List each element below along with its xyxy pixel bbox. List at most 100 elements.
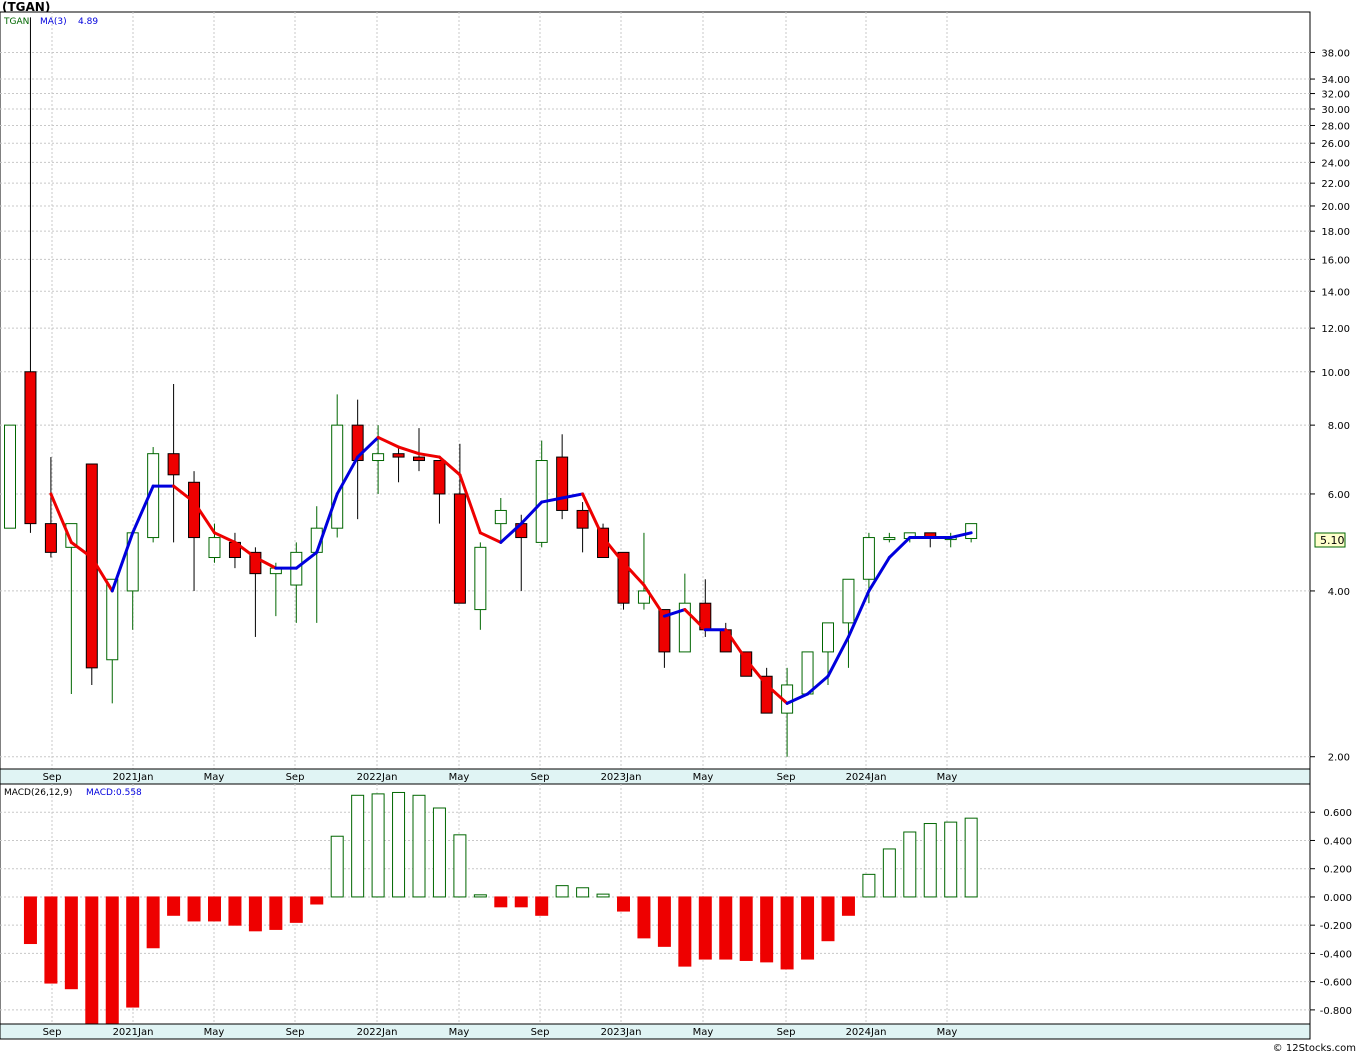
price-y-tick-label: 32.00	[1321, 90, 1350, 101]
macd-bar	[473, 894, 487, 898]
site-credit: © 12Stocks.com	[1272, 1043, 1356, 1054]
candle-body	[413, 456, 425, 462]
price-y-tick-label: 24.00	[1321, 158, 1350, 169]
price-x-tick-label: 2022Jan	[357, 772, 398, 783]
price-x-tick-label: May	[204, 772, 225, 783]
macd-y-tick-label: 0.400	[1323, 836, 1352, 847]
price-y-axis: 2.00 4.00 6.00 8.00 10.00 12.00 14.00 16.00 18.0…	[1310, 48, 1350, 764]
macd-bar	[432, 807, 446, 898]
price-x-tick-label: 2024Jan	[846, 772, 887, 783]
macd-x-tick-label: Sep	[777, 1027, 796, 1038]
macd-bar	[64, 896, 78, 990]
macd-bar	[617, 896, 630, 912]
macd-bar	[964, 817, 978, 898]
macd-bar	[923, 823, 937, 898]
macd-bar	[208, 896, 221, 922]
price-y-tick-label: 16.00	[1321, 255, 1350, 266]
price-y-tick-label: 14.00	[1321, 287, 1350, 298]
price-y-tick-label: 6.00	[1328, 490, 1350, 501]
price-xaxis-band	[0, 768, 1311, 785]
ma-value: 4.89	[78, 17, 98, 27]
macd-bar	[882, 848, 896, 898]
price-y-tick-label: 10.00	[1321, 368, 1350, 379]
macd-bar	[760, 896, 774, 963]
candle-body	[453, 493, 466, 604]
macd-label: MACD(26,12,9)	[4, 788, 72, 798]
candle-body	[208, 537, 221, 559]
candle-body	[4, 424, 16, 529]
stock-chart: 2.00 4.00 6.00 8.00 10.00 12.00 14.00 16.00 18.0…	[0, 11, 1352, 1040]
macd-bar	[187, 896, 201, 922]
macd-bar	[944, 821, 958, 898]
candle-body	[44, 523, 57, 553]
macd-bar	[330, 835, 344, 898]
price-x-tick-label: 2021Jan	[113, 772, 154, 783]
macd-bar	[862, 873, 876, 898]
macd-x-tick-label: May	[693, 1027, 714, 1038]
macd-bar	[269, 896, 283, 930]
macd-x-tick-label: 2023Jan	[601, 1027, 642, 1038]
candle-body	[331, 424, 344, 529]
macd-x-tick-label: May	[449, 1027, 470, 1038]
macd-y-tick-label: -0.600	[1320, 978, 1352, 989]
macd-bar	[698, 896, 712, 960]
price-y-tick-label: 26.00	[1321, 139, 1350, 150]
price-x-tick-label: Sep	[43, 772, 62, 783]
macd-bar	[310, 896, 324, 905]
price-y-tick-label: 2.00	[1328, 753, 1350, 764]
macd-bar	[739, 896, 753, 961]
candle-body	[842, 578, 855, 624]
price-y-tick-label: 8.00	[1328, 421, 1350, 432]
macd-bar	[821, 896, 835, 942]
price-y-tick-label: 4.00	[1328, 587, 1350, 598]
macd-y-tick-label: 0.200	[1323, 865, 1352, 876]
candle-body	[474, 546, 487, 611]
last-price-label: 5.10	[1320, 534, 1345, 547]
macd-bar	[453, 834, 467, 898]
candle-body	[392, 453, 405, 458]
macd-y-tick-label: 0.000	[1323, 893, 1352, 904]
macd-bar	[514, 896, 528, 908]
macd-bar	[146, 896, 160, 949]
candle-body	[167, 453, 180, 476]
price-y-tick-label: 22.00	[1321, 179, 1350, 190]
macd-bar	[903, 831, 917, 898]
candle	[85, 463, 98, 685]
macd-bar	[105, 896, 119, 1033]
price-x-tick-label: Sep	[286, 772, 305, 783]
price-y-tick-label: 18.00	[1321, 227, 1350, 238]
candle	[801, 651, 814, 695]
macd-bar	[576, 887, 590, 898]
candle-body	[372, 453, 385, 462]
macd-bar	[392, 791, 406, 898]
macd-value: MACD:0.558	[86, 788, 142, 798]
macd-bar	[801, 896, 815, 960]
price-x-tick-label: Sep	[777, 772, 796, 783]
macd-bar	[719, 896, 733, 960]
candle-body	[965, 523, 978, 540]
price-y-tick-label: 34.00	[1321, 75, 1350, 86]
macd-bar	[126, 896, 140, 1008]
macd-bar	[535, 896, 549, 916]
price-y-tick-label: 20.00	[1321, 202, 1350, 213]
macd-y-tick-label: -0.200	[1320, 921, 1352, 932]
macd-x-tick-label: 2022Jan	[357, 1027, 398, 1038]
macd-bar	[637, 896, 651, 939]
macd-bar	[555, 885, 569, 898]
price-x-tick-label: May	[937, 772, 958, 783]
candle-body	[822, 622, 834, 653]
macd-bar	[23, 896, 37, 945]
macd-xaxis-band	[0, 1023, 1311, 1040]
candle-body	[494, 509, 507, 525]
macd-bar	[657, 896, 671, 947]
price-y-tick-label: 12.00	[1321, 324, 1350, 335]
macd-y-tick-label: -0.400	[1320, 949, 1352, 960]
price-x-tick-label: Sep	[531, 772, 550, 783]
price-x-tick-label: May	[449, 772, 470, 783]
macd-bar	[289, 896, 303, 923]
macd-bar	[248, 896, 262, 932]
macd-x-tick-label: May	[204, 1027, 225, 1038]
macd-x-tick-label: Sep	[43, 1027, 62, 1038]
candle-body	[883, 537, 896, 541]
macd-x-tick-label: 2021Jan	[113, 1027, 154, 1038]
